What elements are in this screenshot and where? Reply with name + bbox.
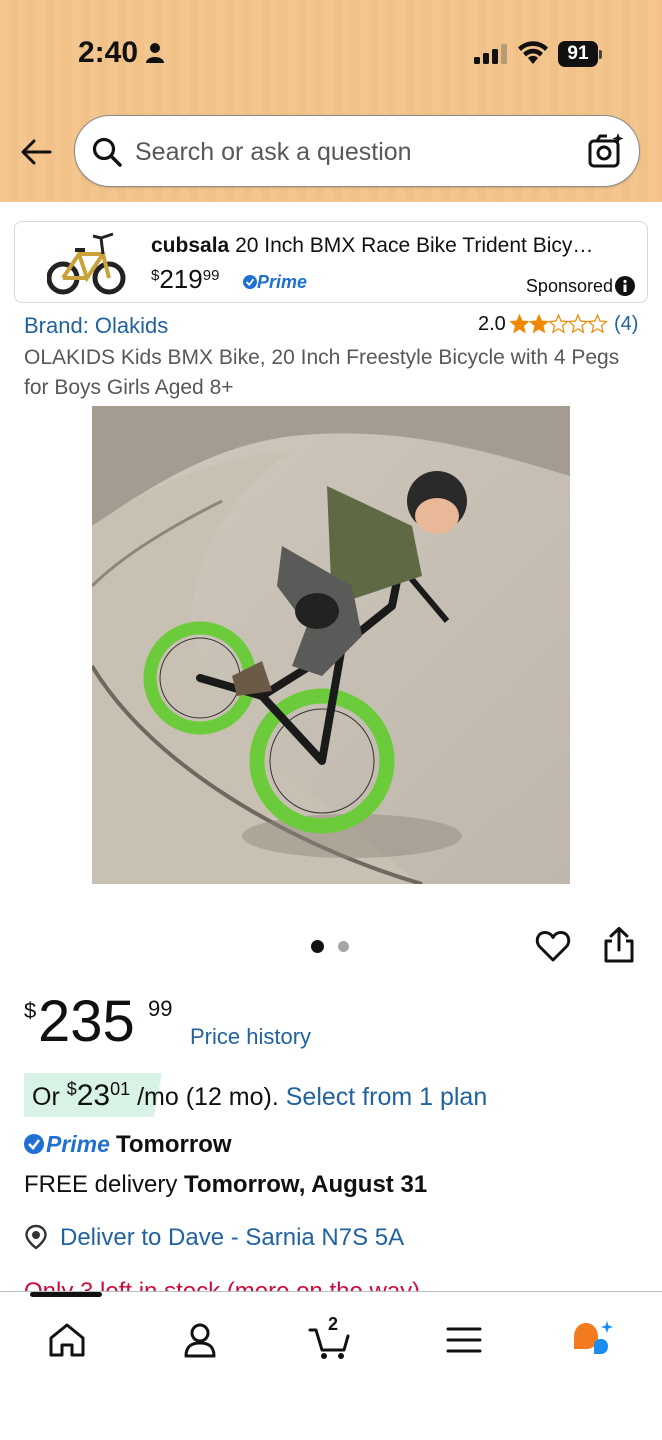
- monthly-whole: 23: [76, 1079, 111, 1112]
- monthly-suffix: /mo (12 mo).: [137, 1083, 279, 1111]
- stock-status-text: Only 3 left in stock (more on the way).: [24, 1278, 427, 1292]
- status-time: 2:40: [78, 36, 139, 69]
- monthly-symbol: $: [66, 1079, 77, 1099]
- active-tab-indicator: [30, 1292, 102, 1297]
- person-icon[interactable]: [178, 1318, 222, 1362]
- search-icon: [92, 137, 122, 167]
- price-symbol: $: [24, 998, 37, 1023]
- cellular-signal-icon: [474, 44, 507, 64]
- cart-count: 2: [328, 1314, 339, 1334]
- search-input[interactable]: [135, 132, 575, 172]
- camera-search-icon[interactable]: [587, 132, 625, 170]
- sponsored-title[interactable]: cubsala 20 Inch BMX Race Bike Trident Bi…: [151, 234, 635, 258]
- rating-value: 2.0: [478, 313, 506, 335]
- info-icon[interactable]: [615, 276, 635, 296]
- sponsored-title-text: 20 Inch BMX Race Bike Trident Bicy…: [235, 234, 594, 257]
- monthly-fraction: 01: [110, 1079, 131, 1099]
- app-header: 2:40 91: [0, 0, 662, 202]
- heart-icon[interactable]: [535, 928, 571, 964]
- prime-check-icon: [243, 275, 257, 289]
- sponsored-price: $21999: [151, 264, 219, 295]
- bottom-navigation: 2: [0, 1291, 662, 1440]
- share-icon[interactable]: [603, 926, 635, 964]
- rufus-assistant-icon[interactable]: [570, 1318, 614, 1362]
- free-delivery-date: Tomorrow, August 31: [184, 1171, 428, 1198]
- rating-stars[interactable]: [510, 314, 608, 334]
- price-whole: 235: [38, 989, 135, 1054]
- battery-indicator: 91: [558, 41, 602, 67]
- sponsored-label: Sponsored: [525, 276, 613, 296]
- rating-count-link[interactable]: (4): [614, 313, 638, 336]
- person-status-icon: [146, 43, 164, 63]
- price-history-link[interactable]: Price history: [190, 1024, 311, 1050]
- back-arrow-icon[interactable]: [18, 134, 54, 170]
- image-dot-active[interactable]: [311, 940, 324, 953]
- deliver-to-link[interactable]: Deliver to Dave - Sarnia N7S 5A: [60, 1224, 404, 1252]
- sponsored-prime-badge: Prime: [243, 272, 307, 293]
- price-fraction: 99: [148, 996, 173, 1021]
- star-icon-2: [528, 314, 550, 334]
- search-bar[interactable]: [74, 115, 640, 187]
- select-plan-link[interactable]: Select from 1 plan: [286, 1083, 488, 1111]
- stock-status: Only 3 left in stock (more on the way).: [24, 1278, 644, 1292]
- brand-link[interactable]: Brand: Olakids: [24, 313, 168, 339]
- hamburger-icon[interactable]: [442, 1318, 486, 1362]
- location-pin-icon: [25, 1224, 47, 1250]
- sponsored-price-symbol: $: [151, 267, 160, 284]
- monthly-payment-row: Or $2301 /mo (12 mo). Select from 1 plan: [24, 1073, 644, 1117]
- image-dot[interactable]: [338, 941, 349, 952]
- star-icon-3: [548, 314, 569, 334]
- battery-level: 91: [558, 41, 598, 67]
- product-title: OLAKIDS Kids BMX Bike, 20 Inch Freestyle…: [24, 346, 620, 399]
- product-page: 2:40 91 Search or ask a question cubsala…: [0, 0, 662, 1440]
- sponsored-brand: cubsala: [151, 234, 230, 257]
- sponsored-prime-text: Prime: [257, 272, 308, 292]
- star-icon-5: [587, 314, 608, 334]
- sponsored-bike-image: [47, 232, 126, 295]
- wifi-icon: [518, 41, 548, 64]
- monthly-payment-text: Or $2301 /mo (12 mo). Select from 1 plan: [32, 1079, 487, 1113]
- sponsored-product-card[interactable]: cubsala 20 Inch BMX Race Bike Trident Bi…: [14, 221, 648, 303]
- free-delivery-text: FREE delivery Tomorrow, August 31: [24, 1171, 427, 1199]
- home-icon[interactable]: [45, 1318, 89, 1362]
- sponsored-price-fraction: 99: [202, 267, 220, 284]
- product-image[interactable]: [92, 406, 570, 884]
- free-delivery-prefix: FREE delivery: [24, 1171, 185, 1198]
- star-icon-1: [510, 314, 530, 334]
- battery-cap: [599, 50, 602, 59]
- cart-button[interactable]: 2: [308, 1314, 352, 1362]
- prime-check-icon: [24, 1134, 44, 1154]
- star-icon-4: [567, 314, 589, 334]
- monthly-prefix: Or: [32, 1083, 67, 1111]
- prime-speed: Tomorrow: [116, 1131, 232, 1158]
- prime-logo-text: Prime: [46, 1131, 110, 1157]
- sponsored-price-whole: 219: [159, 264, 203, 294]
